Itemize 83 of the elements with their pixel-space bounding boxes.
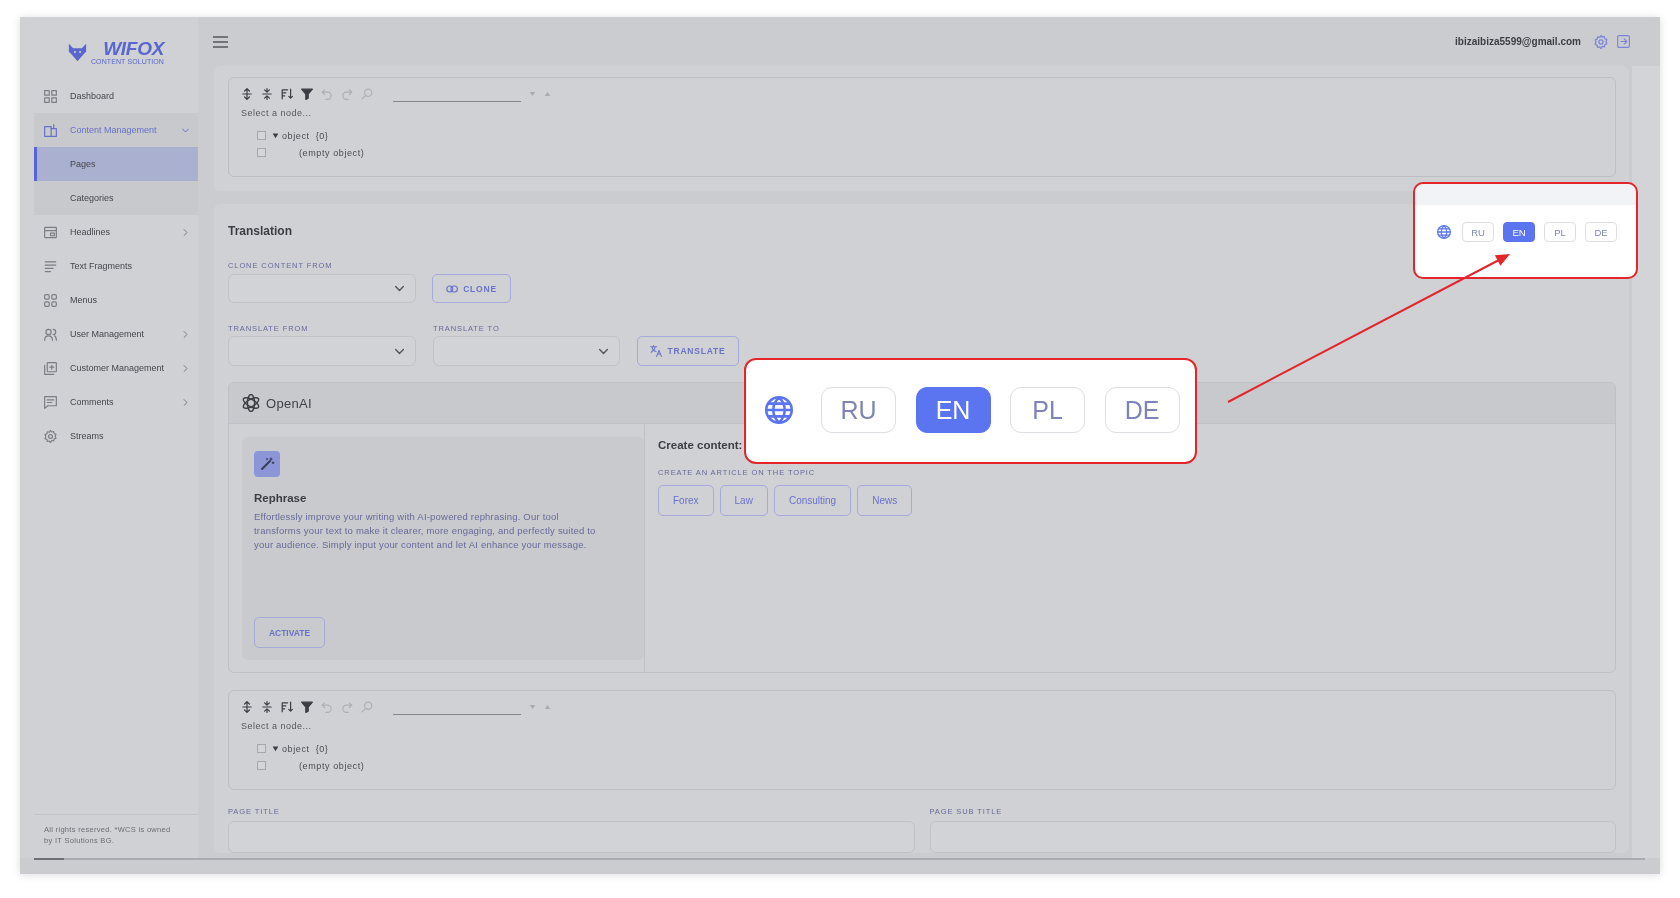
translate-button[interactable]: TRANSLATE	[637, 336, 739, 366]
globe-icon	[765, 396, 793, 424]
topic-button[interactable]: Law	[719, 485, 768, 516]
collapse-all-icon[interactable]	[261, 701, 273, 713]
sort-icon[interactable]	[281, 88, 293, 100]
documents-icon	[44, 123, 57, 137]
globe-icon	[1437, 225, 1451, 239]
overlap-icon	[446, 284, 459, 293]
topic-button[interactable]: News	[857, 485, 913, 516]
brand-name: WIFOX	[103, 38, 164, 58]
checkbox[interactable]	[257, 148, 266, 157]
nav-item[interactable]: Text Fragments	[34, 249, 198, 283]
message-icon	[44, 395, 57, 409]
tool-title: Rephrase	[254, 491, 307, 506]
checkbox[interactable]	[257, 744, 266, 753]
node-label: (empty object)	[299, 760, 365, 771]
section-title: Create content:	[658, 438, 743, 453]
magic-wand-icon	[254, 451, 280, 477]
language-button[interactable]: DE	[1585, 222, 1617, 242]
chevron-down-icon	[599, 346, 608, 356]
language-button[interactable]: PL	[1544, 222, 1576, 242]
settings-icon[interactable]	[1594, 34, 1608, 49]
activate-button[interactable]: ACTIVATE	[254, 617, 325, 648]
logout-icon[interactable]	[1617, 35, 1630, 48]
language-button[interactable]: PL	[1010, 387, 1085, 433]
caret-down-icon[interactable]	[272, 132, 279, 139]
nav-item[interactable]: Dashboard	[34, 79, 198, 113]
checkbox[interactable]	[257, 761, 266, 770]
language-button[interactable]: DE	[1104, 387, 1180, 433]
language-button[interactable]: RU	[1462, 222, 1494, 242]
topic-button[interactable]: Consulting	[773, 485, 852, 516]
card-title: OpenAI	[266, 395, 312, 411]
gear-icon	[44, 429, 57, 443]
section-title: Translation	[228, 223, 292, 240]
chevron-down-icon	[395, 284, 404, 293]
nav-item[interactable]: Content Management	[34, 113, 198, 147]
user-email: ibizaibiza5599@gmail.com	[1455, 36, 1581, 47]
nav-item[interactable]: Headlines	[34, 215, 198, 249]
grid-icon	[44, 89, 57, 103]
node-label: object	[282, 743, 310, 754]
add-box-icon	[44, 361, 57, 375]
topic-button[interactable]: Forex	[658, 485, 714, 516]
nav-item[interactable]: Menus	[34, 283, 198, 317]
checkbox[interactable]	[257, 131, 266, 140]
nav-item[interactable]: Customer Management	[34, 351, 198, 385]
collapse-all-icon[interactable]	[261, 88, 273, 100]
layout-icon	[44, 225, 57, 239]
dropdown-field[interactable]	[433, 336, 620, 366]
caret-up-icon[interactable]	[544, 91, 551, 97]
tiles-icon	[44, 293, 57, 307]
caret-up-icon[interactable]	[544, 704, 551, 710]
node-label: (empty object)	[299, 147, 365, 158]
translate-icon	[650, 345, 663, 357]
sort-icon[interactable]	[281, 701, 293, 713]
language-button[interactable]: EN	[1503, 222, 1535, 242]
nav-subitem[interactable]: Pages	[34, 147, 198, 181]
dropdown-field[interactable]	[228, 336, 416, 366]
status-text: Select a node...	[241, 107, 312, 119]
nav-item[interactable]: Comments	[34, 385, 198, 419]
filter-icon[interactable]	[301, 701, 313, 713]
fox-head-icon	[67, 42, 87, 62]
chevron-down-icon	[395, 346, 404, 356]
clone-button[interactable]: CLONE	[432, 274, 511, 303]
expand-all-icon[interactable]	[241, 701, 253, 713]
tool-description: Effortlessly improve your writing with AI-powered rephrasing. Our tool transforms your text to make it clearer, more engaging, and perfectly suited to your audience. Simply input your content and let AI enhance your message.	[254, 510, 597, 552]
expand-all-icon[interactable]	[241, 88, 253, 100]
atom-icon	[242, 394, 260, 412]
nav-subitem[interactable]: Categories	[34, 181, 198, 215]
menu-icon[interactable]	[213, 35, 228, 48]
node-count: {0}	[315, 743, 329, 754]
users-icon	[44, 327, 57, 341]
node-label: object	[282, 130, 310, 141]
nav-item[interactable]: User Management	[34, 317, 198, 351]
caret-down-icon[interactable]	[272, 745, 279, 752]
status-text: Select a node...	[241, 720, 312, 732]
dropdown-field[interactable]	[228, 274, 416, 303]
text-lines-icon	[44, 259, 57, 273]
scrollbar-thumb[interactable]	[34, 858, 64, 860]
nav-item[interactable]: Streams	[34, 419, 198, 453]
language-button[interactable]: EN	[915, 387, 991, 433]
node-count: {0}	[315, 130, 329, 141]
language-button[interactable]: RU	[821, 387, 896, 433]
filter-icon[interactable]	[301, 88, 313, 100]
